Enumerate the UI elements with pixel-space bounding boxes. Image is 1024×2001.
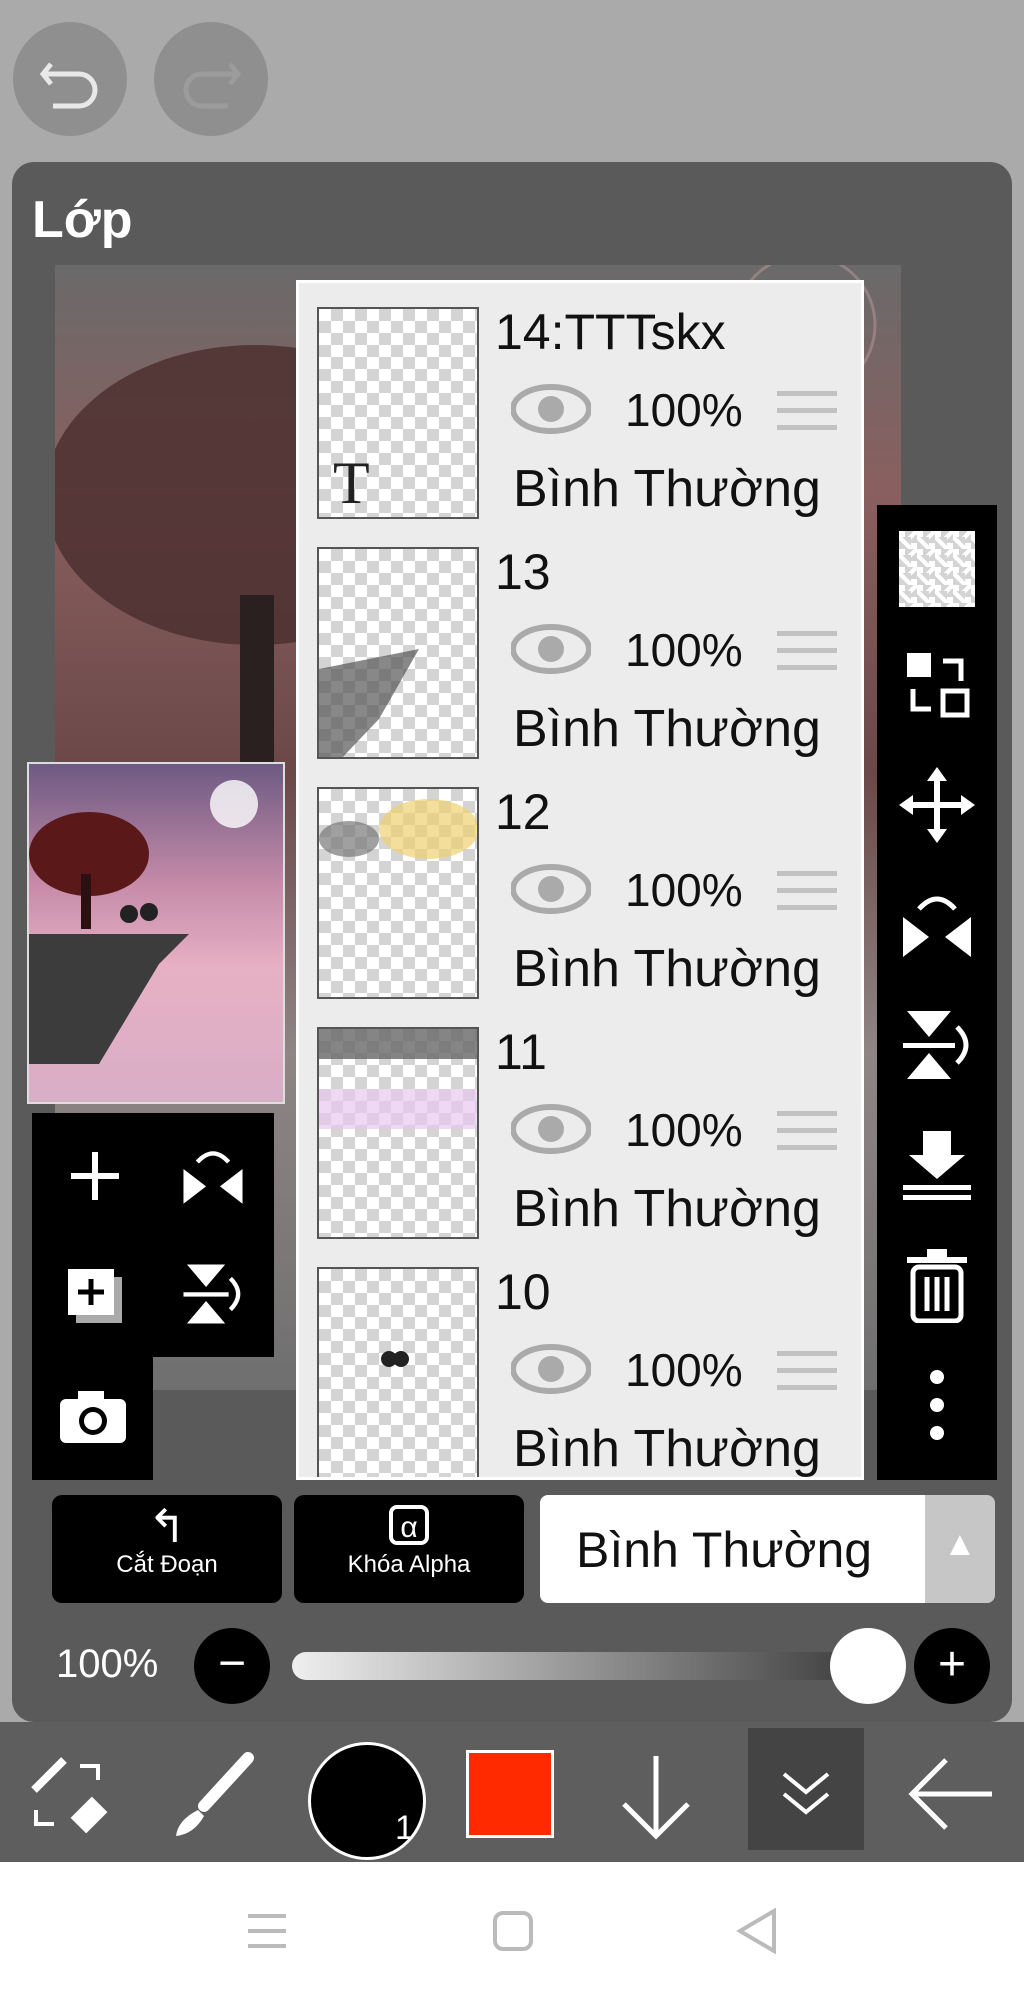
back-icon[interactable] bbox=[736, 1908, 778, 1954]
layer-blend-mode: Bình Thường bbox=[513, 1420, 821, 1478]
clip-label: Cắt Đoạn bbox=[116, 1551, 218, 1578]
layer-row[interactable]: 10 100% Bình Thường bbox=[299, 1243, 861, 1478]
text-layer-glyph: T bbox=[333, 450, 370, 516]
arrow-down-icon[interactable] bbox=[616, 1752, 696, 1842]
opacity-slider-track[interactable] bbox=[292, 1652, 868, 1680]
opacity-slider-thumb[interactable] bbox=[830, 1628, 906, 1704]
layer-blend-mode: Bình Thường bbox=[513, 460, 821, 518]
minus-icon: − bbox=[217, 1637, 247, 1690]
bottom-toolbar: 1 bbox=[0, 1722, 1024, 1862]
layer-opacity: 100% bbox=[625, 1344, 743, 1396]
flip-h-icon[interactable] bbox=[180, 1143, 246, 1209]
drag-handle-icon[interactable] bbox=[777, 1111, 837, 1155]
layer-list[interactable]: T 14:TTTskx 100% Bình Thường 13 100% Bìn… bbox=[296, 280, 864, 1480]
undo-button[interactable] bbox=[13, 22, 127, 136]
eye-icon[interactable] bbox=[511, 1343, 591, 1395]
opacity-decrease-button[interactable]: − bbox=[194, 1628, 270, 1704]
eye-icon[interactable] bbox=[511, 1103, 591, 1155]
plus-icon: + bbox=[937, 1638, 967, 1691]
drag-handle-icon[interactable] bbox=[777, 391, 837, 435]
layer-opacity: 100% bbox=[625, 624, 743, 676]
double-chevron-down-icon bbox=[782, 1772, 830, 1815]
alpha-lock-label: Khóa Alpha bbox=[347, 1551, 471, 1578]
layer-quick-tools bbox=[32, 1113, 274, 1357]
redo-button[interactable] bbox=[154, 22, 268, 136]
opacity-value: 100% bbox=[56, 1642, 159, 1686]
merge-down-icon[interactable] bbox=[899, 1127, 975, 1203]
brush-size-indicator[interactable]: 1 bbox=[308, 1742, 426, 1860]
eye-icon[interactable] bbox=[511, 863, 591, 915]
clip-button[interactable]: ↰ Cắt Đoạn bbox=[52, 1495, 282, 1603]
flip-vertical-icon[interactable] bbox=[899, 1007, 975, 1083]
camera-icon[interactable] bbox=[58, 1389, 128, 1445]
blend-mode-select[interactable]: Bình Thường bbox=[540, 1495, 925, 1603]
brush-size-label: 1 bbox=[395, 1809, 414, 1847]
brush-icon[interactable] bbox=[168, 1750, 258, 1840]
layer-name: 13 bbox=[495, 544, 551, 600]
flip-v-icon[interactable] bbox=[180, 1261, 246, 1327]
layer-blend-mode: Bình Thường bbox=[513, 1180, 821, 1238]
home-icon[interactable] bbox=[492, 1910, 534, 1952]
layer-thumbnail: T bbox=[317, 307, 479, 519]
layer-name: 12 bbox=[495, 784, 551, 840]
layer-row[interactable]: T 14:TTTskx 100% Bình Thường bbox=[299, 283, 861, 525]
color-swatch[interactable] bbox=[466, 1750, 554, 1838]
layer-row[interactable]: 11 100% Bình Thường bbox=[299, 1003, 861, 1245]
panel-title: Lớp bbox=[32, 191, 133, 249]
swap-layer-icon[interactable] bbox=[899, 647, 975, 723]
drag-handle-icon[interactable] bbox=[777, 631, 837, 675]
layer-row[interactable]: 13 100% Bình Thường bbox=[299, 523, 861, 765]
layer-thumbnail bbox=[317, 1267, 479, 1477]
opacity-increase-button[interactable]: + bbox=[914, 1628, 990, 1704]
menu-icon[interactable] bbox=[246, 1910, 288, 1952]
layer-blend-mode: Bình Thường bbox=[513, 940, 821, 998]
eye-icon[interactable] bbox=[511, 383, 591, 435]
trash-icon[interactable] bbox=[899, 1247, 975, 1323]
alpha-lock-button[interactable]: α Khóa Alpha bbox=[294, 1495, 524, 1603]
layer-thumbnail bbox=[317, 547, 479, 759]
lock-icon: α bbox=[389, 1505, 429, 1545]
redo-icon bbox=[183, 62, 242, 109]
blend-mode-value: Bình Thường bbox=[576, 1522, 873, 1578]
blend-mode-dropdown-button[interactable]: ▲ bbox=[925, 1495, 995, 1603]
drag-handle-icon[interactable] bbox=[777, 871, 837, 915]
drag-handle-icon[interactable] bbox=[777, 1351, 837, 1395]
layer-thumbnail bbox=[317, 787, 479, 999]
undo-icon bbox=[39, 62, 98, 109]
flip-horizontal-icon[interactable] bbox=[899, 887, 975, 963]
layer-row[interactable]: 12 100% Bình Thường bbox=[299, 763, 861, 1005]
layer-name: 11 bbox=[495, 1024, 547, 1080]
layer-name: 14:TTTskx bbox=[495, 304, 726, 360]
move-icon[interactable] bbox=[899, 767, 975, 843]
more-icon[interactable] bbox=[899, 1367, 975, 1443]
layer-thumbnail bbox=[317, 1027, 479, 1239]
clip-icon: ↰ bbox=[147, 1500, 187, 1552]
layer-blend-mode: Bình Thường bbox=[513, 700, 821, 758]
layer-name: 10 bbox=[495, 1264, 551, 1320]
brush-eraser-toggle-icon[interactable] bbox=[24, 1750, 114, 1840]
camera-box bbox=[32, 1357, 153, 1480]
system-nav-bar bbox=[0, 1862, 1024, 2001]
layer-tools-bar bbox=[877, 505, 997, 1480]
canvas-preview[interactable] bbox=[27, 762, 285, 1104]
back-arrow-icon[interactable] bbox=[906, 1756, 996, 1832]
layer-panel-toggle[interactable] bbox=[748, 1728, 864, 1850]
transparent-icon[interactable] bbox=[899, 531, 975, 607]
add-copy-icon[interactable] bbox=[62, 1263, 128, 1329]
arrow-up-icon: ▲ bbox=[943, 1525, 977, 1563]
layer-opacity: 100% bbox=[625, 864, 743, 916]
layer-opacity: 100% bbox=[625, 1104, 743, 1156]
add-layer-icon[interactable] bbox=[67, 1148, 123, 1204]
eye-icon[interactable] bbox=[511, 623, 591, 675]
layer-opacity: 100% bbox=[625, 384, 743, 436]
